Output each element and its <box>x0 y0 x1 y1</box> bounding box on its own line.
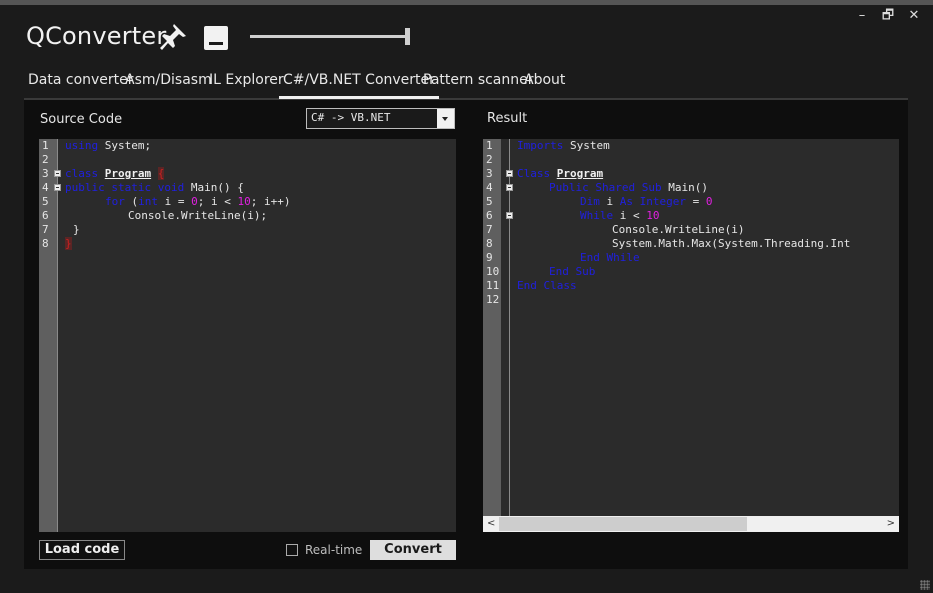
line-number: 5 <box>42 195 49 208</box>
source-code-label: Source Code <box>40 112 123 127</box>
line-number: 9 <box>486 251 493 264</box>
window-controls: – 🗗 ✕ <box>853 8 923 24</box>
scroll-left-icon[interactable]: < <box>487 518 495 529</box>
tab-bar: Data converter Asm/Disasm IL Explorer C#… <box>24 70 908 101</box>
load-code-button[interactable]: Load code <box>39 540 125 560</box>
tab-about[interactable]: About <box>524 72 565 88</box>
source-code-editor[interactable]: 1 2 3 4 5 6 7 8 using System; class Prog… <box>39 139 456 532</box>
line-number: 1 <box>42 139 49 152</box>
conversion-mode-select[interactable]: C# -> VB.NET <box>306 108 455 129</box>
minimize-to-tray-icon[interactable] <box>204 26 228 50</box>
code-line: public static void Main() { <box>65 181 244 194</box>
code-line: Dim i As Integer = 0 <box>580 195 713 208</box>
fold-toggle-icon[interactable] <box>506 170 513 177</box>
result-horizontal-scrollbar[interactable]: < > <box>483 516 899 532</box>
code-line: Public Shared Sub Main() <box>549 181 708 194</box>
line-number: 8 <box>42 237 49 250</box>
code-line: using System; <box>65 139 152 152</box>
fold-toggle-icon[interactable] <box>506 184 513 191</box>
line-number: 4 <box>486 181 493 194</box>
realtime-label: Real-time <box>305 543 363 557</box>
line-number: 10 <box>486 265 500 278</box>
restore-window-button[interactable]: 🗗 <box>879 8 897 24</box>
scrollbar-thumb[interactable] <box>499 517 747 531</box>
code-line: for (int i = 0; i < 10; i++) <box>105 195 291 208</box>
slider-thumb[interactable] <box>405 28 410 45</box>
close-window-button[interactable]: ✕ <box>905 8 923 24</box>
scroll-right-icon[interactable]: > <box>887 518 895 529</box>
result-label: Result <box>487 111 528 126</box>
code-line: Console.WriteLine(i) <box>612 223 745 236</box>
fold-toggle-icon[interactable] <box>506 212 513 219</box>
code-line: System.Math.Max(System.Threading.Int <box>612 237 851 250</box>
tab-cs-vb-converter[interactable]: C#/VB.NET Converter <box>279 72 439 99</box>
fold-margin-line <box>509 139 510 516</box>
convert-button[interactable]: Convert <box>370 540 456 560</box>
line-number: 3 <box>42 167 49 180</box>
result-code-editor[interactable]: 1 2 3 4 5 6 7 8 9 10 11 12 Imports Syste… <box>483 139 899 516</box>
code-line: class Program { <box>65 167 165 180</box>
fold-toggle-icon[interactable] <box>54 184 61 191</box>
pin-icon[interactable] <box>158 22 188 52</box>
line-number: 2 <box>42 153 49 166</box>
code-line: While i < 10 <box>580 209 660 222</box>
line-number: 7 <box>42 223 49 236</box>
code-line: } <box>65 237 72 250</box>
minimize-window-button[interactable]: – <box>853 8 871 24</box>
fold-toggle-icon[interactable] <box>54 170 61 177</box>
code-line: } <box>73 223 80 236</box>
line-number: 8 <box>486 237 493 250</box>
line-number: 12 <box>486 293 500 306</box>
code-line: Class Program <box>517 167 604 180</box>
line-number: 5 <box>486 195 493 208</box>
line-number: 4 <box>42 181 49 194</box>
code-line: End Class <box>517 279 577 292</box>
slider-track <box>250 35 406 38</box>
app-title: QConverter <box>26 22 167 50</box>
code-line: Imports System <box>517 139 610 152</box>
line-number: 6 <box>486 209 493 222</box>
opacity-slider[interactable] <box>250 28 412 45</box>
resize-grip-icon[interactable] <box>920 580 930 590</box>
code-line: Console.WriteLine(i); <box>128 209 268 222</box>
tab-data-converter[interactable]: Data converter <box>28 72 134 88</box>
chevron-down-icon[interactable] <box>437 109 454 128</box>
fold-margin-line <box>57 139 58 532</box>
realtime-checkbox[interactable] <box>286 544 298 556</box>
tab-asm-disasm[interactable]: Asm/Disasm <box>125 72 212 88</box>
line-number: 2 <box>486 153 493 166</box>
line-number: 11 <box>486 279 500 292</box>
line-number: 1 <box>486 139 493 152</box>
code-line: End While <box>580 251 640 264</box>
conversion-mode-value: C# -> VB.NET <box>311 111 391 124</box>
line-number: 3 <box>486 167 493 180</box>
tab-pattern-scanner[interactable]: Pattern scanner <box>423 72 534 88</box>
code-line: End Sub <box>549 265 596 278</box>
tab-il-explorer[interactable]: IL Explorer <box>209 72 284 88</box>
line-number: 6 <box>42 209 49 222</box>
top-border <box>0 0 933 5</box>
line-number: 7 <box>486 223 493 236</box>
